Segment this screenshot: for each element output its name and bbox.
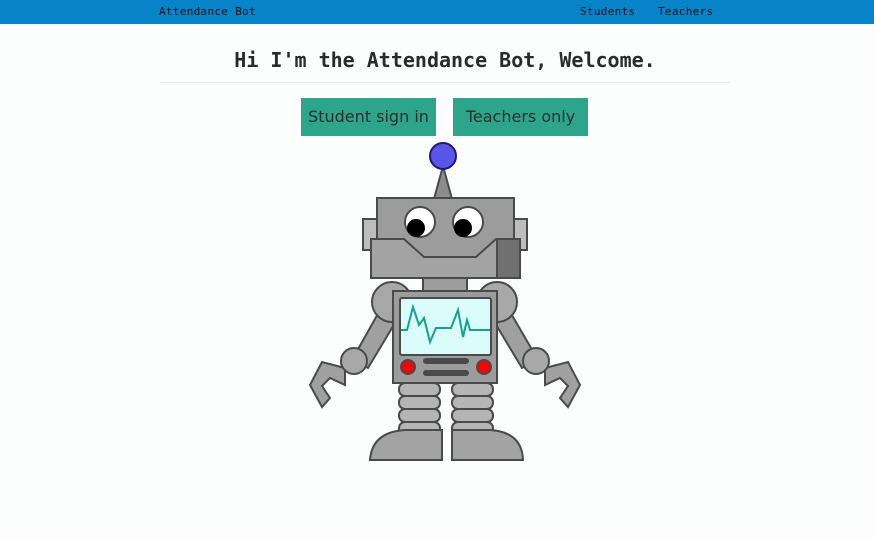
robot-illustration-icon bbox=[308, 142, 582, 461]
